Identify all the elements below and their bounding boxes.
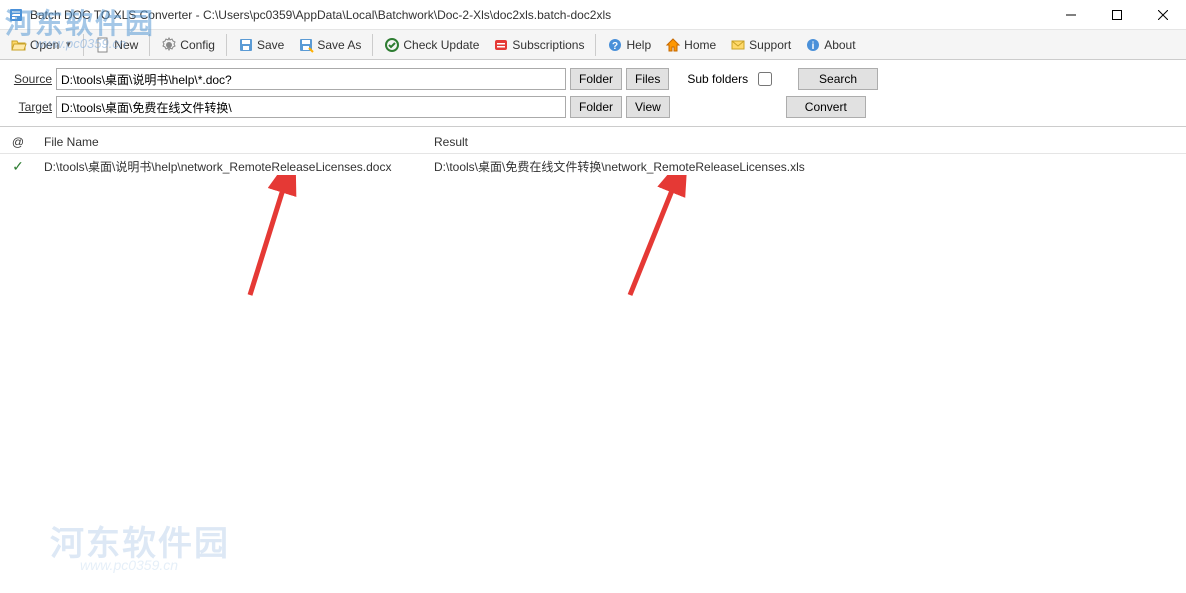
- about-label: About: [824, 38, 855, 52]
- check-update-icon: [384, 37, 400, 53]
- minimize-button[interactable]: [1048, 0, 1094, 30]
- table-row[interactable]: ✓ D:\tools\桌面\说明书\help\network_RemoteRel…: [0, 154, 1186, 179]
- maximize-button[interactable]: [1094, 0, 1140, 30]
- support-label: Support: [749, 38, 791, 52]
- config-label: Config: [180, 38, 215, 52]
- check-update-label: Check Update: [403, 38, 479, 52]
- save-as-label: Save As: [317, 38, 361, 52]
- new-icon: [95, 37, 111, 53]
- save-icon: [238, 37, 254, 53]
- source-input[interactable]: [56, 68, 566, 90]
- check-icon: ✓: [12, 158, 24, 174]
- open-icon: [11, 37, 27, 53]
- home-button[interactable]: Home: [658, 33, 723, 57]
- support-button[interactable]: Support: [723, 33, 798, 57]
- about-button[interactable]: i About: [798, 33, 862, 57]
- svg-text:?: ?: [612, 41, 618, 52]
- convert-button[interactable]: Convert: [786, 96, 866, 118]
- target-view-button[interactable]: View: [626, 96, 670, 118]
- svg-text:i: i: [812, 41, 815, 52]
- toolbar-separator: [372, 34, 373, 56]
- target-label: Target: [10, 100, 52, 114]
- source-files-button[interactable]: Files: [626, 68, 669, 90]
- titlebar: Batch DOC TO XLS Converter - C:\Users\pc…: [0, 0, 1186, 30]
- help-label: Help: [626, 38, 651, 52]
- help-icon: ?: [607, 37, 623, 53]
- app-icon: [8, 7, 24, 23]
- toolbar-separator: [83, 34, 84, 56]
- toolbar-separator: [149, 34, 150, 56]
- target-folder-button[interactable]: Folder: [570, 96, 622, 118]
- check-update-button[interactable]: Check Update: [377, 33, 486, 57]
- close-icon: [1158, 10, 1168, 20]
- help-button[interactable]: ? Help: [600, 33, 658, 57]
- target-row: Target Folder View Convert: [10, 96, 1176, 118]
- dropdown-arrow-icon: ▼: [64, 40, 72, 49]
- result-cell: D:\tools\桌面\免费在线文件转换\network_RemoteRelea…: [426, 158, 1186, 175]
- subscriptions-button[interactable]: Subscriptions: [486, 33, 591, 57]
- new-label: New: [114, 38, 138, 52]
- save-as-button[interactable]: Save As: [291, 33, 368, 57]
- filename-cell: D:\tools\桌面\说明书\help\network_RemoteRelea…: [36, 158, 426, 175]
- about-icon: i: [805, 37, 821, 53]
- config-icon: [161, 37, 177, 53]
- home-label: Home: [684, 38, 716, 52]
- subscriptions-icon: [493, 37, 509, 53]
- maximize-icon: [1112, 10, 1122, 20]
- config-button[interactable]: Config: [154, 33, 222, 57]
- source-label: Source: [10, 72, 52, 86]
- sub-folders-label: Sub folders: [687, 72, 748, 86]
- save-as-icon: [298, 37, 314, 53]
- window-title: Batch DOC TO XLS Converter - C:\Users\pc…: [30, 8, 1048, 22]
- results-area: @ File Name Result ✓ D:\tools\桌面\说明书\hel…: [0, 130, 1186, 593]
- col-filename-header[interactable]: File Name: [36, 135, 426, 149]
- toolbar-separator: [226, 34, 227, 56]
- target-input[interactable]: [56, 96, 566, 118]
- table-header: @ File Name Result: [0, 130, 1186, 154]
- save-label: Save: [257, 38, 284, 52]
- close-button[interactable]: [1140, 0, 1186, 30]
- minimize-icon: [1066, 10, 1076, 20]
- home-icon: [665, 37, 681, 53]
- status-cell: ✓: [0, 158, 36, 175]
- sub-folders-checkbox[interactable]: [758, 72, 772, 86]
- search-button[interactable]: Search: [798, 68, 878, 90]
- open-label: Open: [30, 38, 59, 52]
- col-status-header[interactable]: @: [0, 135, 36, 149]
- toolbar-separator: [595, 34, 596, 56]
- new-button[interactable]: New: [88, 33, 145, 57]
- source-row: Source Folder Files Sub folders Search: [10, 68, 1176, 90]
- open-button[interactable]: Open ▼: [4, 33, 79, 57]
- subscriptions-label: Subscriptions: [512, 38, 584, 52]
- paths-panel: Source Folder Files Sub folders Search T…: [0, 60, 1186, 127]
- col-result-header[interactable]: Result: [426, 135, 1186, 149]
- source-folder-button[interactable]: Folder: [570, 68, 622, 90]
- toolbar: Open ▼ New Config Save Save As Check Upd…: [0, 30, 1186, 60]
- support-icon: [730, 37, 746, 53]
- save-button[interactable]: Save: [231, 33, 291, 57]
